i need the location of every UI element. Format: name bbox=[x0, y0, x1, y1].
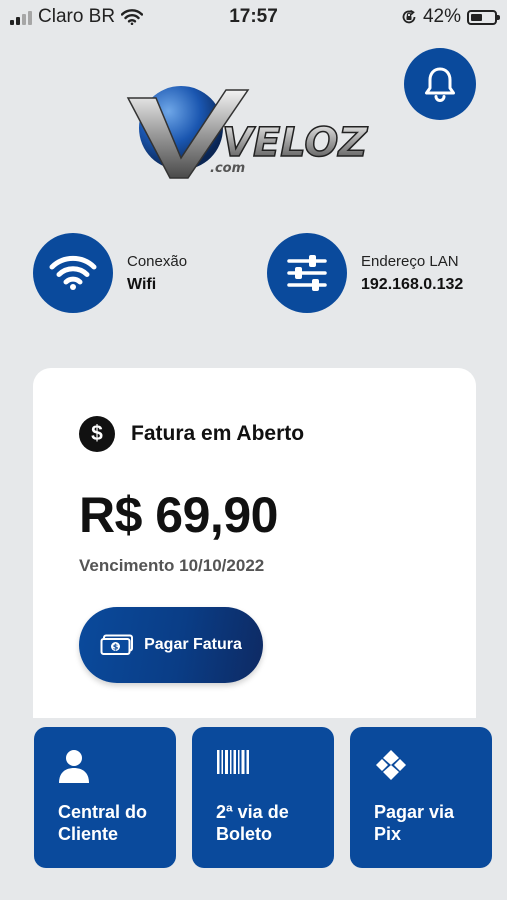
invoice-amount: R$ 69,90 bbox=[79, 487, 278, 543]
pix-icon bbox=[376, 750, 406, 780]
wifi-icon bbox=[49, 255, 97, 290]
pay-invoice-label: Pagar Fatura bbox=[144, 636, 242, 653]
invoice-card: $ Fatura em Aberto R$ 69,90 Vencimento 1… bbox=[33, 368, 476, 718]
connection-label: Conexão bbox=[127, 252, 188, 270]
bell-icon bbox=[425, 67, 455, 102]
sliders-icon bbox=[287, 255, 327, 291]
lan-value: 192.168.0.132 bbox=[361, 275, 464, 293]
tile-central-do-cliente[interactable]: Central do Cliente bbox=[34, 727, 176, 868]
tile-segunda-via-boleto[interactable]: 2ª via de Boleto bbox=[192, 727, 334, 868]
svg-text:$: $ bbox=[113, 643, 119, 652]
money-icon: $ bbox=[100, 634, 134, 655]
rotation-lock-icon bbox=[402, 9, 416, 24]
veloz-logo: VELOZ .com bbox=[126, 78, 386, 180]
status-right: 42% bbox=[401, 6, 500, 28]
lan-circle bbox=[267, 233, 347, 313]
tile-pagar-via-pix[interactable]: Pagar via Pix bbox=[350, 727, 492, 868]
tile-label: Pagar via Pix bbox=[374, 802, 455, 844]
battery-percent: 42% bbox=[422, 6, 461, 27]
invoice-title: Fatura em Aberto bbox=[131, 422, 305, 445]
tile-label: Central do Cliente bbox=[58, 802, 148, 844]
dollar-icon: $ bbox=[79, 416, 115, 452]
user-icon bbox=[59, 750, 89, 783]
notification-button[interactable] bbox=[404, 48, 476, 120]
lan-info: Endereço LAN 192.168.0.132 bbox=[267, 233, 463, 313]
connection-circle bbox=[33, 233, 113, 313]
barcode-icon bbox=[217, 750, 249, 774]
status-bar: Claro BR 17:57 42% bbox=[0, 0, 507, 34]
pay-invoice-button[interactable]: $ Pagar Fatura bbox=[79, 607, 263, 683]
logo-wordmark: VELOZ bbox=[222, 120, 368, 166]
logo-domain: .com bbox=[210, 161, 245, 176]
tile-label: 2ª via de Boleto bbox=[216, 802, 289, 844]
invoice-due-date: Vencimento 10/10/2022 bbox=[79, 556, 265, 575]
invoice-header: $ Fatura em Aberto bbox=[79, 416, 304, 452]
connection-value: Wifi bbox=[127, 275, 157, 293]
battery-icon bbox=[467, 9, 500, 25]
lan-label: Endereço LAN bbox=[361, 252, 459, 270]
connection-info: Conexão Wifi bbox=[33, 233, 187, 313]
